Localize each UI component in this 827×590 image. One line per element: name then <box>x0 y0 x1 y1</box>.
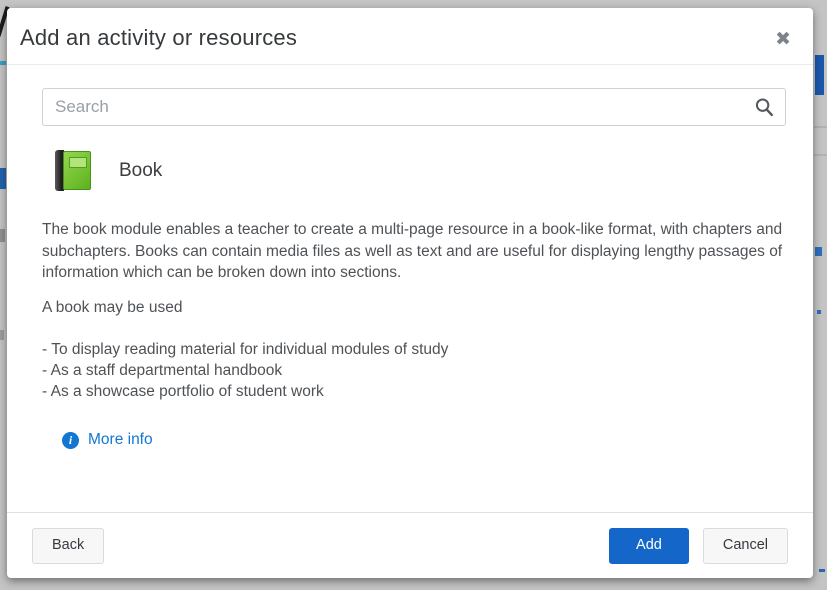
book-label <box>69 157 87 168</box>
backdrop-icon-fragment <box>815 247 822 256</box>
add-activity-modal: Add an activity or resources ✖ Book The … <box>7 8 813 578</box>
cancel-button[interactable]: Cancel <box>703 528 788 564</box>
backdrop-divider-fragment <box>814 154 827 156</box>
info-icon: i <box>62 432 79 449</box>
modal-header: Add an activity or resources ✖ <box>7 8 813 65</box>
usage-intro: A book may be used <box>42 297 786 319</box>
back-button[interactable]: Back <box>32 528 104 564</box>
book-cover <box>63 151 91 190</box>
search-icon[interactable] <box>753 96 775 118</box>
backdrop-text-fragment <box>0 330 4 340</box>
backdrop-text-fragment <box>0 229 5 242</box>
modal-footer: Back Add Cancel <box>7 512 813 578</box>
backdrop-icon-fragment <box>817 310 821 314</box>
backdrop-divider-fragment <box>814 126 827 128</box>
more-info-link[interactable]: i More info <box>62 431 153 449</box>
usage-list-item: - As a showcase portfolio of student wor… <box>42 381 786 402</box>
usage-list-item: - As a staff departmental handbook <box>42 360 786 381</box>
module-name: Book <box>119 160 162 182</box>
usage-list: - To display reading material for indivi… <box>42 339 786 402</box>
close-icon[interactable]: ✖ <box>771 26 795 53</box>
backdrop-text-fragment <box>0 168 6 189</box>
modal-title: Add an activity or resources <box>7 8 813 51</box>
book-module-icon <box>55 150 92 191</box>
modal-body: Book The book module enables a teacher t… <box>7 65 813 512</box>
backdrop-button-fragment <box>815 55 824 95</box>
backdrop-link-fragment <box>0 61 6 65</box>
search-input[interactable] <box>42 88 786 126</box>
module-row: Book <box>55 150 786 191</box>
usage-list-item: - To display reading material for indivi… <box>42 339 786 360</box>
more-info-label: More info <box>88 431 153 449</box>
search-bar <box>42 88 786 126</box>
module-description: The book module enables a teacher to cre… <box>42 219 786 284</box>
add-button[interactable]: Add <box>609 528 689 564</box>
backdrop-icon-fragment <box>819 569 825 572</box>
